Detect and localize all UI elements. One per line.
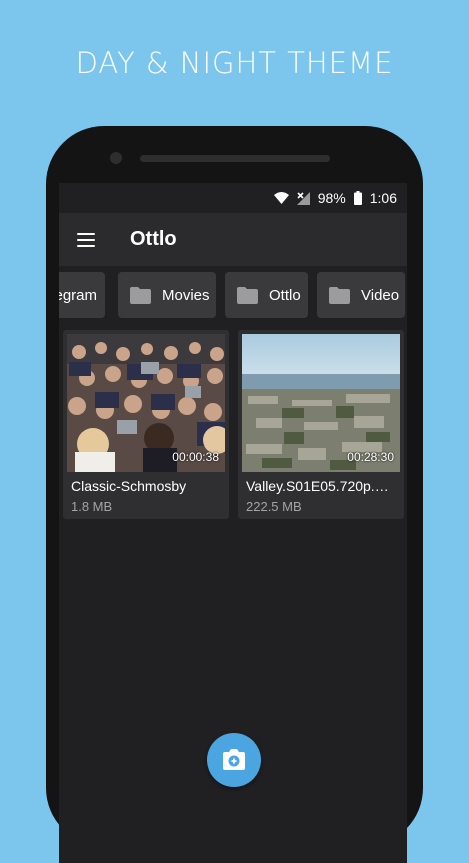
clock: 1:06 (369, 190, 397, 206)
video-card[interactable]: 00:00:38 Classic-Schmosby 1.8 MB (63, 330, 229, 519)
camera-fab-button[interactable] (207, 733, 261, 787)
folder-icon (237, 286, 258, 304)
status-bar: 98% 1:06 (59, 183, 407, 213)
folder-chip-ottlo[interactable]: Ottlo (225, 272, 308, 318)
folder-chip-video[interactable]: Video (317, 272, 405, 318)
app-title: Ottlo (130, 228, 177, 250)
video-duration: 00:28:30 (347, 450, 394, 464)
video-thumbnail: 00:00:38 (67, 334, 225, 472)
battery-percent: 98% (317, 190, 346, 206)
front-camera (110, 152, 122, 164)
folder-chip-label: Ottlo (269, 286, 301, 304)
folder-icon (130, 286, 151, 304)
video-size: 222.5 MB (246, 499, 302, 514)
camera-icon (221, 749, 247, 771)
video-size: 1.8 MB (71, 499, 113, 514)
video-grid: 00:00:38 Classic-Schmosby 1.8 MB 00:28:3… (59, 330, 407, 520)
earpiece-speaker (140, 155, 330, 162)
video-card[interactable]: 00:28:30 Valley.S01E05.720p.5.... 222.5 … (238, 330, 404, 519)
video-name: Valley.S01E05.720p.5.... (246, 478, 396, 494)
hamburger-menu-icon[interactable] (77, 232, 95, 247)
folder-icon (329, 286, 350, 304)
battery-icon (353, 191, 362, 205)
video-thumbnail: 00:28:30 (242, 334, 400, 472)
folder-chip-label: legram (59, 286, 97, 304)
video-duration: 00:00:38 (172, 450, 219, 464)
promo-headline: DAY & NIGHT THEME (75, 46, 394, 80)
folder-chip-label: Movies (162, 286, 210, 304)
folder-chip-row[interactable]: legram Movies Ottlo Video (59, 270, 407, 322)
folder-chip-movies[interactable]: Movies (118, 272, 216, 318)
app-bar: Ottlo (59, 213, 407, 266)
phone-frame: 98% 1:06 Ottlo legram Movies (46, 126, 423, 863)
folder-chip-label: Video (361, 286, 400, 304)
no-signal-icon (296, 191, 310, 205)
video-name: Classic-Schmosby (71, 478, 187, 494)
wifi-icon (273, 192, 289, 204)
folder-chip-telegram[interactable]: legram (59, 272, 105, 318)
phone-screen: 98% 1:06 Ottlo legram Movies (59, 183, 407, 863)
